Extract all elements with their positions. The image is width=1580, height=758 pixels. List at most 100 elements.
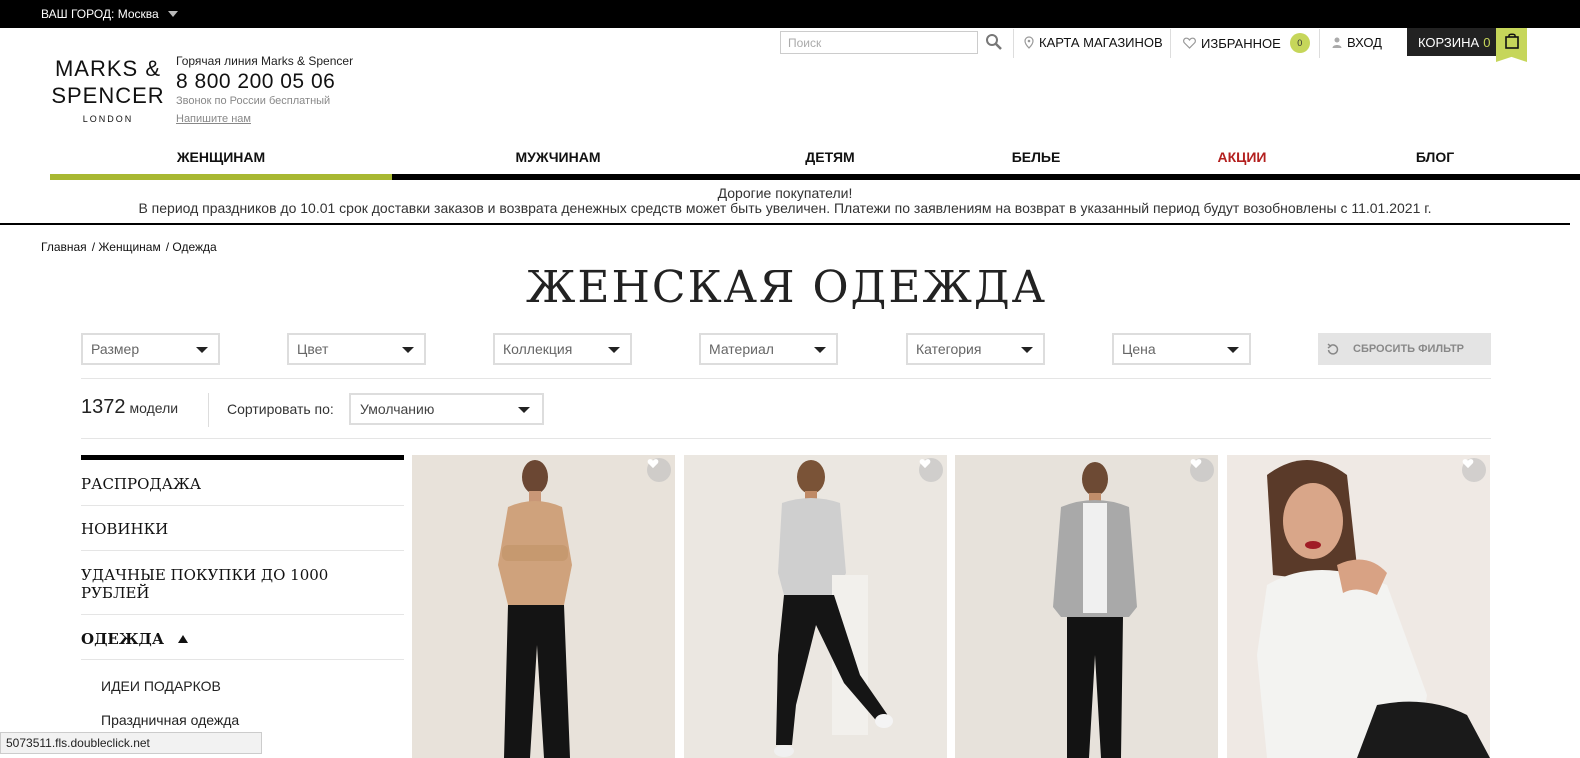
header-divider bbox=[1013, 29, 1014, 58]
hotline-title: Горячая линия Marks & Spencer bbox=[176, 54, 354, 68]
top-bar: ВАШ ГОРОД: Москва bbox=[0, 0, 1580, 28]
sort-value: Умолчанию bbox=[360, 401, 435, 417]
hotline: Горячая линия Marks & Spencer 8 800 200 … bbox=[176, 54, 353, 127]
product-image bbox=[1227, 455, 1490, 758]
nav-blog[interactable]: БЛОГ bbox=[1416, 149, 1454, 165]
product-card[interactable] bbox=[1227, 455, 1490, 758]
search-icon[interactable] bbox=[985, 33, 1003, 51]
stores-map-link[interactable]: КАРТА МАГАЗИНОВ bbox=[1024, 35, 1163, 50]
dropdown-arrow-icon bbox=[1021, 347, 1033, 353]
page-title: ЖЕНСКАЯ ОДЕЖДА bbox=[526, 262, 1047, 313]
filter-label: Размер bbox=[91, 341, 140, 357]
dropdown-arrow-icon bbox=[608, 347, 620, 353]
filter-label: Цвет bbox=[297, 341, 329, 357]
filter-label: Коллекция bbox=[503, 341, 573, 357]
filter-material[interactable]: Материал bbox=[699, 333, 838, 365]
sidebar-item-label: ОДЕЖДА bbox=[81, 630, 165, 648]
header-divider bbox=[1319, 29, 1320, 58]
product-card[interactable] bbox=[412, 455, 675, 758]
results-count: 1372 модели bbox=[81, 396, 178, 419]
filter-price[interactable]: Цена bbox=[1112, 333, 1251, 365]
breadcrumb-home[interactable]: Главная bbox=[41, 240, 87, 254]
dropdown-arrow-icon bbox=[402, 347, 414, 353]
notice-text: В период праздников до 10.01 срок достав… bbox=[138, 200, 1432, 216]
header-divider bbox=[1170, 29, 1171, 58]
results-count-unit: модели bbox=[129, 400, 179, 416]
logo-line-1: MARKS & bbox=[54, 56, 162, 81]
favorite-heart-icon[interactable] bbox=[647, 458, 671, 482]
notice-divider bbox=[0, 223, 1570, 225]
nav-sale[interactable]: АКЦИИ bbox=[1217, 149, 1266, 165]
city-label: ВАШ ГОРОД: Москва bbox=[41, 7, 159, 21]
cart-label: КОРЗИНА bbox=[1418, 34, 1480, 50]
write-us-link[interactable]: Напишите нам bbox=[176, 113, 251, 125]
sidebar-divider bbox=[81, 505, 404, 506]
sidebar-item-deals[interactable]: УДАЧНЫЕ ПОКУПКИ ДО 1000 РУБЛЕЙ bbox=[81, 566, 341, 602]
breadcrumb-women[interactable]: / Женщинам bbox=[92, 240, 161, 254]
product-card[interactable] bbox=[684, 455, 947, 758]
sort-select[interactable]: Умолчанию bbox=[349, 393, 544, 425]
chevron-up-icon bbox=[178, 635, 189, 643]
nav-active-indicator bbox=[50, 174, 392, 180]
filter-category[interactable]: Категория bbox=[906, 333, 1045, 365]
filter-color[interactable]: Цвет bbox=[287, 333, 426, 365]
divider bbox=[81, 438, 1491, 439]
hotline-phone: 8 800 200 05 06 bbox=[176, 70, 336, 93]
logo[interactable]: MARKS & SPENCER LONDON bbox=[49, 55, 167, 124]
favorite-heart-icon[interactable] bbox=[919, 458, 943, 482]
nav-women[interactable]: ЖЕНЩИНАМ bbox=[177, 149, 265, 165]
dropdown-arrow-icon bbox=[518, 407, 530, 413]
sort-label: Сортировать по: bbox=[227, 401, 334, 417]
filter-label: Цена bbox=[1122, 341, 1156, 357]
shopping-bag-icon bbox=[1496, 28, 1527, 62]
stores-map-label: КАРТА МАГАЗИНОВ bbox=[1039, 35, 1163, 50]
product-image bbox=[412, 455, 675, 758]
dropdown-arrow-icon bbox=[814, 347, 826, 353]
divider bbox=[81, 378, 1491, 379]
login-link[interactable]: ВХОД bbox=[1332, 35, 1382, 50]
sidebar-divider bbox=[81, 659, 404, 660]
reset-filter-label: СБРОСИТЬ ФИЛЬТР bbox=[1353, 343, 1464, 355]
divider bbox=[208, 393, 209, 427]
favorites-label: ИЗБРАННОЕ bbox=[1201, 35, 1281, 51]
favorite-heart-icon[interactable] bbox=[1190, 458, 1214, 482]
favorites-count-badge: 0 bbox=[1289, 33, 1310, 53]
sidebar-sub-festive[interactable]: Праздничная одежда bbox=[101, 712, 239, 728]
product-image bbox=[684, 455, 947, 758]
dropdown-arrow-icon bbox=[1227, 347, 1239, 353]
results-count-number: 1372 bbox=[81, 396, 126, 418]
heart-icon bbox=[1183, 37, 1196, 49]
filter-collection[interactable]: Коллекция bbox=[493, 333, 632, 365]
nav-kids[interactable]: ДЕТЯМ bbox=[805, 149, 854, 165]
filter-label: Категория bbox=[916, 341, 982, 357]
city-selector[interactable]: ВАШ ГОРОД: Москва bbox=[41, 7, 178, 21]
notice-title: Дорогие покупатели! bbox=[717, 185, 853, 201]
sidebar-divider bbox=[81, 614, 404, 615]
search-input[interactable] bbox=[781, 32, 977, 53]
chevron-down-icon bbox=[167, 11, 178, 17]
nav-lingerie[interactable]: БЕЛЬЕ bbox=[1012, 149, 1061, 165]
sidebar-item-new[interactable]: НОВИНКИ bbox=[81, 520, 404, 538]
favorites-link[interactable]: ИЗБРАННОЕ 0 bbox=[1183, 33, 1310, 53]
logo-line-2: SPENCER bbox=[51, 83, 165, 108]
logo-line-3: LONDON bbox=[82, 114, 134, 124]
sidebar-item-sale[interactable]: РАСПРОДАЖА bbox=[81, 475, 404, 493]
reset-filter-button[interactable]: СБРОСИТЬ ФИЛЬТР bbox=[1318, 333, 1491, 365]
dropdown-arrow-icon bbox=[196, 347, 208, 353]
sidebar-sub-gift-ideas[interactable]: ИДЕИ ПОДАРКОВ bbox=[101, 678, 221, 694]
hotline-free-note: Звонок по России бесплатный bbox=[176, 95, 331, 107]
breadcrumb: Главная / Женщинам / Одежда bbox=[41, 240, 217, 254]
product-card[interactable] bbox=[955, 455, 1218, 758]
favorite-heart-icon[interactable] bbox=[1462, 458, 1486, 482]
filter-label: Материал bbox=[709, 341, 774, 357]
filter-size[interactable]: Размер bbox=[81, 333, 220, 365]
browser-status-bar: 5073511.fls.doubleclick.net bbox=[0, 732, 262, 754]
login-label: ВХОД bbox=[1347, 35, 1382, 50]
sidebar-item-clothing[interactable]: ОДЕЖДА bbox=[81, 630, 404, 648]
holiday-notice: Дорогие покупатели! В период праздников … bbox=[0, 186, 1570, 216]
sidebar-top-bar bbox=[81, 455, 404, 460]
location-pin-icon bbox=[1024, 36, 1034, 49]
nav-men[interactable]: МУЖЧИНАМ bbox=[516, 149, 601, 165]
cart-button[interactable]: КОРЗИНА 0 bbox=[1407, 28, 1527, 62]
cart-count: 0 bbox=[1483, 34, 1491, 50]
